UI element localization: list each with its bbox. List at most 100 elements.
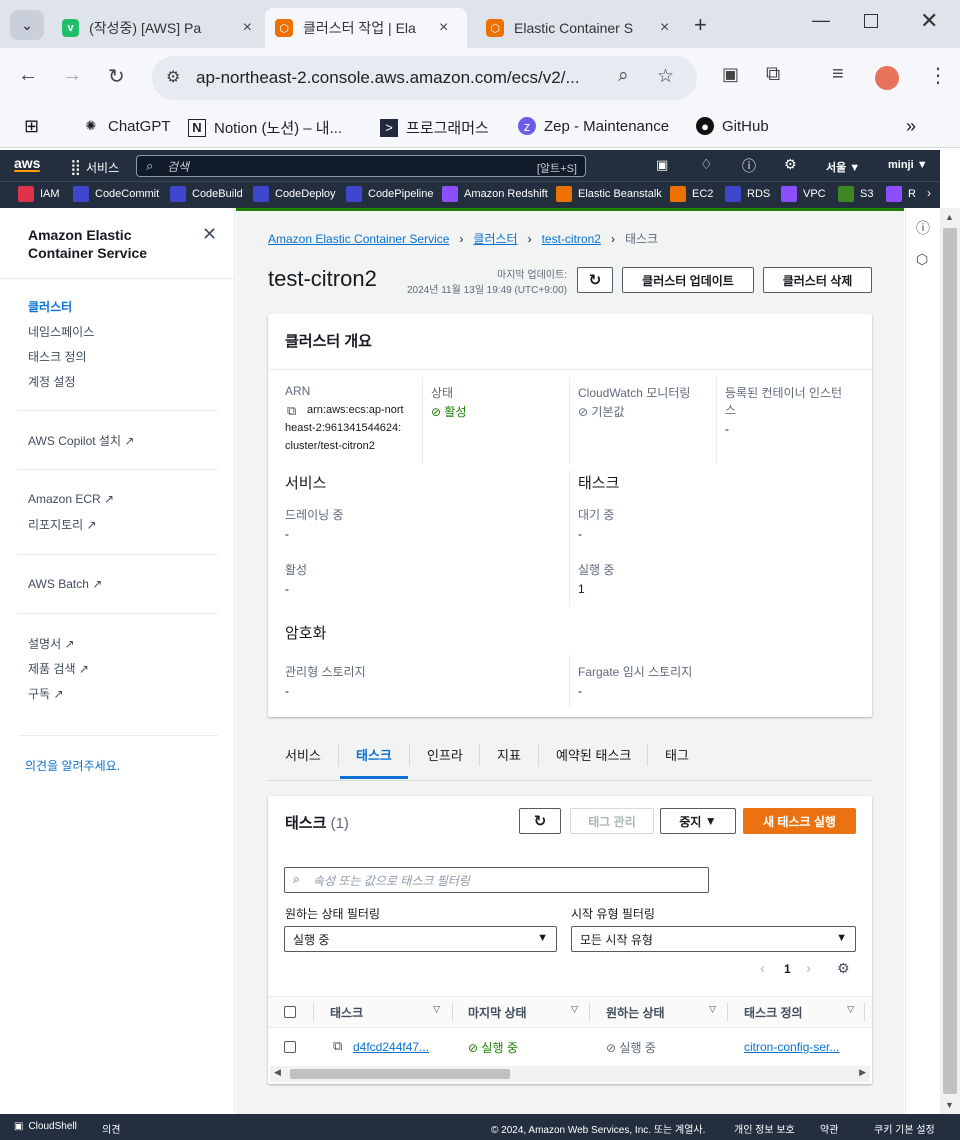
aws-search-input[interactable]: ⌕ 검색 [알트+S]	[136, 155, 586, 177]
bookmark-zep[interactable]: z Zep - Maintenance	[518, 117, 669, 135]
scroll-down-icon[interactable]: ▼	[945, 1100, 954, 1110]
delete-cluster-button[interactable]: 클러스터 삭제	[763, 267, 872, 293]
close-icon[interactable]: ×	[439, 19, 448, 37]
aws-logo[interactable]: aws	[14, 155, 40, 172]
scroll-up-icon[interactable]: ▲	[945, 212, 954, 222]
tab-tags[interactable]: 태그	[665, 745, 689, 764]
settings-icon[interactable]: ⚙	[784, 156, 797, 173]
footer-terms[interactable]: 약관	[820, 1121, 838, 1136]
breadcrumb-clusters[interactable]: 클러스터	[473, 230, 517, 247]
page-scrollbar[interactable]: ▲ ▼	[940, 208, 960, 1114]
sidebar-link-copilot[interactable]: AWS Copilot 설치 ↗	[28, 432, 134, 449]
avatar[interactable]	[875, 66, 899, 90]
next-page-icon[interactable]: ›	[806, 960, 811, 977]
page-number[interactable]: 1	[784, 962, 791, 976]
services-menu-button[interactable]: ⣿ 서비스	[70, 158, 119, 176]
tab-scheduled-tasks[interactable]: 예약된 태스크	[556, 745, 631, 764]
sidebar-link-batch[interactable]: AWS Batch ↗	[28, 577, 102, 591]
scroll-thumb[interactable]	[943, 228, 957, 1094]
launch-type-select[interactable]: 모든 시작 유형 ▼	[571, 926, 856, 952]
stop-dropdown-button[interactable]: 중지 ▼	[660, 808, 736, 834]
new-tab-icon[interactable]: +	[694, 12, 707, 38]
cloudshell-icon[interactable]: ▣	[656, 157, 668, 173]
maximize-icon[interactable]	[864, 14, 878, 28]
site-info-icon[interactable]: ⚙	[166, 67, 180, 87]
tab-services[interactable]: 서비스	[285, 745, 321, 764]
apps-icon[interactable]: ⊞	[24, 116, 39, 137]
reload-icon[interactable]: ↻	[108, 64, 125, 89]
col-header-desired-status[interactable]: 원하는 상태 ▽	[606, 1004, 716, 1021]
horizontal-scrollbar[interactable]: ◀ ▶	[270, 1066, 870, 1082]
fav-redshift[interactable]: Amazon Redshift	[442, 186, 548, 202]
fav-codecommit[interactable]: CodeCommit	[73, 186, 159, 202]
close-window-icon[interactable]: ✕	[920, 8, 938, 34]
minimize-icon[interactable]: —	[812, 10, 830, 31]
fav-elastic-beanstalk[interactable]: Elastic Beanstalk	[556, 186, 662, 202]
info-icon[interactable]: ⓘ	[916, 218, 930, 238]
close-icon[interactable]: ×	[660, 19, 669, 37]
tab-infrastructure[interactable]: 인프라	[427, 745, 463, 764]
task-id-link[interactable]: d4fcd244f47...	[353, 1040, 429, 1054]
tab-tasks[interactable]: 태스크	[356, 745, 392, 764]
star-icon[interactable]: ☆	[657, 65, 674, 88]
copy-icon[interactable]: ⧉	[333, 1038, 342, 1054]
breadcrumb-cluster[interactable]: test-citron2	[542, 232, 601, 246]
more-bookmarks-icon[interactable]: »	[906, 116, 916, 137]
prev-page-icon[interactable]: ‹	[760, 960, 765, 977]
sidebar-item-task-definitions[interactable]: 태스크 정의	[28, 348, 87, 365]
select-all-checkbox[interactable]	[284, 1006, 296, 1018]
browser-tab-1[interactable]: v (작성중) [AWS] Pa ×	[52, 8, 262, 48]
fav-ec2[interactable]: EC2	[670, 186, 713, 202]
close-icon[interactable]: ✕	[202, 224, 217, 245]
tasks-refresh-button[interactable]: ↻	[519, 808, 561, 834]
bookmark-notion[interactable]: N Notion (노션) – 내...	[188, 117, 342, 138]
media-icon[interactable]: ≡	[832, 63, 844, 86]
col-header-last-status[interactable]: 마지막 상태 ▽	[468, 1004, 578, 1021]
footer-feedback[interactable]: 의견	[102, 1121, 120, 1136]
update-cluster-button[interactable]: 클러스터 업데이트	[622, 267, 754, 293]
fav-iam[interactable]: IAM	[18, 186, 60, 202]
bell-icon[interactable]: ♢	[700, 156, 713, 173]
sidebar-item-account-settings[interactable]: 계정 설정	[28, 373, 76, 390]
copy-icon[interactable]: ⧉	[287, 403, 296, 419]
browser-tab-3[interactable]: ⬡ Elastic Container S ×	[476, 8, 686, 48]
bookmark-chatgpt[interactable]: ✺ ChatGPT	[82, 117, 171, 135]
sidebar-link-ecr[interactable]: Amazon ECR ↗	[28, 492, 114, 506]
favorites-scroll-icon[interactable]: ›	[918, 186, 940, 204]
breadcrumb-ecs[interactable]: Amazon Elastic Container Service	[268, 232, 449, 246]
forward-icon[interactable]: →	[62, 64, 82, 87]
manage-tags-button[interactable]: 태그 관리	[570, 808, 654, 834]
fav-vpc[interactable]: VPC	[781, 186, 826, 202]
close-icon[interactable]: ×	[243, 19, 252, 37]
fav-codebuild[interactable]: CodeBuild	[170, 186, 243, 202]
bookmark-github[interactable]: ● GitHub	[696, 117, 769, 135]
footer-cookies[interactable]: 쿠키 기본 설정	[874, 1121, 935, 1136]
puzzle-icon[interactable]: ⧉	[766, 63, 780, 86]
sidebar-link-product-search[interactable]: 제품 검색 ↗	[28, 660, 89, 677]
extension-icon[interactable]: ▣	[722, 64, 739, 85]
col-header-task-definition[interactable]: 태스크 정의 ▽	[744, 1004, 854, 1021]
sidebar-link-repositories[interactable]: 리포지토리 ↗	[28, 516, 97, 533]
region-selector[interactable]: 서울 ▼	[826, 159, 860, 175]
footer-privacy[interactable]: 개인 정보 보호	[734, 1121, 795, 1136]
hexagon-icon[interactable]: ⬡	[916, 251, 928, 268]
back-icon[interactable]: ←	[18, 64, 38, 87]
sidebar-link-subscribe[interactable]: 구독 ↗	[28, 685, 64, 702]
tab-metrics[interactable]: 지표	[497, 745, 521, 764]
zoom-icon[interactable]: ⌕	[618, 65, 629, 87]
feedback-link[interactable]: 의견을 알려주세요.	[25, 757, 120, 774]
task-filter-input[interactable]: ⌕ 속성 또는 값으로 태스크 필터링	[284, 867, 709, 893]
fav-codedeploy[interactable]: CodeDeploy	[253, 186, 336, 202]
fav-s3[interactable]: S3	[838, 186, 873, 202]
gear-icon[interactable]: ⚙	[837, 960, 850, 977]
menu-icon[interactable]: ⋮	[928, 63, 948, 88]
fav-codepipeline[interactable]: CodePipeline	[346, 186, 433, 202]
scroll-thumb[interactable]	[290, 1069, 510, 1079]
refresh-button[interactable]: ↻	[577, 267, 613, 293]
user-menu[interactable]: minji ▼	[888, 159, 928, 171]
task-definition-link[interactable]: citron-config-ser...	[744, 1040, 839, 1054]
tab-search-button[interactable]: ⌄	[10, 10, 44, 40]
cloudshell-button[interactable]: ▣ CloudShell	[14, 1121, 77, 1132]
help-icon[interactable]: ⓘ	[742, 156, 756, 176]
url-bar[interactable]: ⚙ ap-northeast-2.console.aws.amazon.com/…	[152, 56, 697, 100]
